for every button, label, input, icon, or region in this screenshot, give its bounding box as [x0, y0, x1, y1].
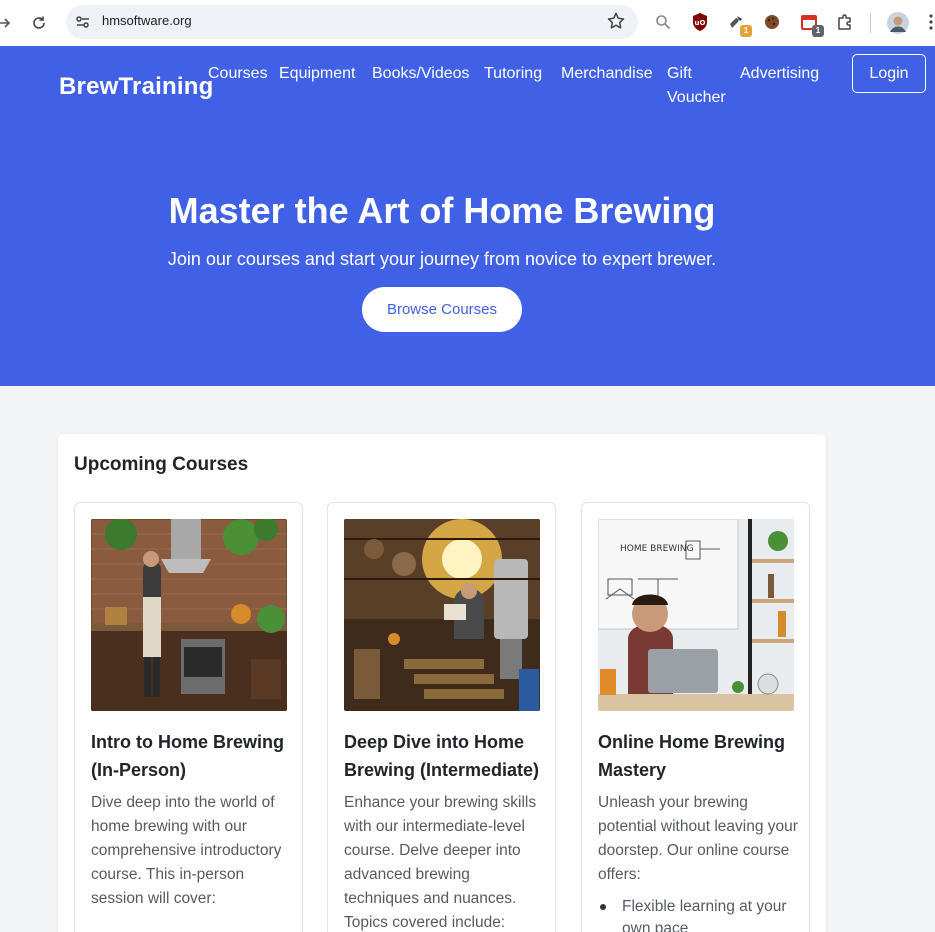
- nav-gift-line1: Gift: [667, 65, 692, 82]
- login-button[interactable]: Login: [852, 54, 926, 93]
- site-settings-icon[interactable]: [74, 13, 92, 31]
- nav-equipment[interactable]: Equipment: [279, 62, 356, 86]
- ublock-icon[interactable]: uO: [689, 11, 711, 33]
- nav-advertising[interactable]: Advertising: [740, 62, 819, 86]
- course-card[interactable]: HOME BREWING Online Home Brewing Mastery…: [581, 502, 810, 932]
- search-extension-icon[interactable]: [652, 11, 674, 33]
- course-description: Unleash your brewing potential without l…: [598, 794, 798, 883]
- browser-toolbar: hmsoftware.org uO 1 1: [0, 0, 935, 46]
- extensions-puzzle-icon[interactable]: [834, 11, 856, 33]
- nav-gift-line2: Voucher: [667, 89, 726, 106]
- extension-badge: 1: [740, 25, 752, 37]
- brand-logo[interactable]: BrewTraining: [59, 73, 213, 101]
- course-title[interactable]: Intro to Home Brewing (In-Person): [91, 728, 291, 784]
- browser-menu-icon[interactable]: [926, 11, 935, 33]
- section-heading: Upcoming Courses: [74, 454, 249, 475]
- list-item: Flexible learning at your own pace: [598, 896, 798, 932]
- upcoming-courses-panel: Upcoming Courses Intro to Home Brewing (…: [58, 434, 826, 932]
- calendar-extension-icon[interactable]: 1: [798, 11, 824, 37]
- profile-avatar[interactable]: [886, 11, 910, 35]
- nav-tutoring[interactable]: Tutoring: [484, 62, 542, 86]
- course-image-brewery-workshop[interactable]: [344, 519, 540, 711]
- svg-text:HOME BREWING: HOME BREWING: [620, 544, 694, 554]
- svg-text:uO: uO: [695, 19, 706, 27]
- course-card[interactable]: Intro to Home Brewing (In-Person) Dive d…: [74, 502, 303, 932]
- course-feature-list: Flexible learning at your own pace: [598, 896, 798, 932]
- nav-merchandise[interactable]: Merchandise: [561, 62, 653, 86]
- tools-extension-icon[interactable]: 1: [726, 11, 752, 37]
- reload-icon[interactable]: [27, 11, 51, 35]
- hero-subtitle: Join our courses and start your journey …: [167, 249, 717, 269]
- toolbar-divider: [870, 13, 871, 33]
- nav-gift-voucher[interactable]: Gift Voucher: [667, 62, 726, 110]
- extension-badge: 1: [812, 25, 824, 37]
- bookmark-star-icon[interactable]: [606, 11, 626, 31]
- browse-courses-button[interactable]: Browse Courses: [362, 287, 522, 332]
- url-text[interactable]: hmsoftware.org: [102, 13, 192, 28]
- site-header: BrewTraining Courses Equipment Books/Vid…: [0, 46, 935, 386]
- course-image-brewing-kitchen[interactable]: [91, 519, 287, 711]
- address-bar[interactable]: hmsoftware.org: [66, 5, 638, 39]
- course-title[interactable]: Online Home Brewing Mastery: [598, 728, 798, 784]
- hero-title: Master the Art of Home Brewing: [168, 190, 716, 231]
- forward-arrow-icon[interactable]: [0, 11, 16, 35]
- cookie-extension-icon[interactable]: [761, 11, 783, 33]
- course-title[interactable]: Deep Dive into Home Brewing (Intermediat…: [344, 728, 544, 784]
- course-description: Enhance your brewing skills with our int…: [344, 794, 537, 931]
- course-card[interactable]: Deep Dive into Home Brewing (Intermediat…: [327, 502, 556, 932]
- nav-courses[interactable]: Courses: [208, 62, 268, 86]
- course-image-online-learning[interactable]: HOME BREWING: [598, 519, 794, 711]
- course-description: Dive deep into the world of home brewing…: [91, 794, 282, 907]
- nav-books-videos[interactable]: Books/Videos: [372, 62, 470, 86]
